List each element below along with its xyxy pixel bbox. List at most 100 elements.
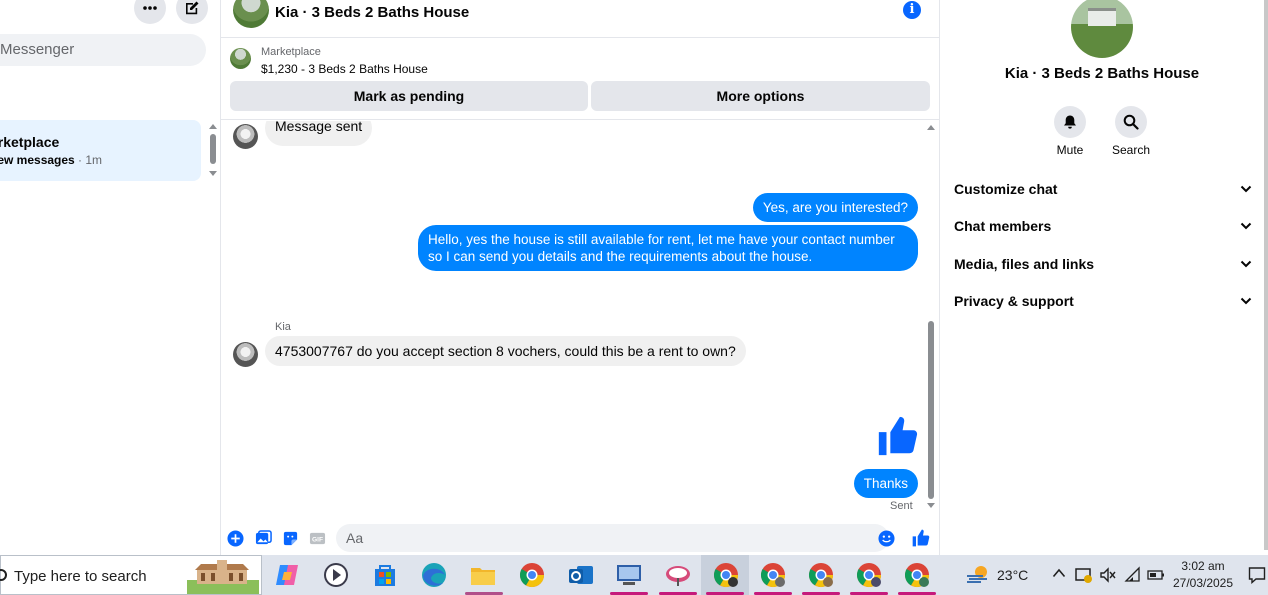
messenger-search-input[interactable]	[0, 34, 180, 66]
taskbar-search-text: Type here to search	[14, 568, 147, 585]
gallery-icon[interactable]	[255, 530, 272, 547]
wifi-icon[interactable]	[1124, 566, 1142, 584]
sticker-icon[interactable]	[282, 530, 299, 547]
section-media-files-links[interactable]: Media, files and links	[954, 249, 1252, 279]
search-icon	[0, 569, 7, 581]
scroll-down-arrow-icon[interactable]	[209, 171, 217, 176]
copilot-icon[interactable]	[272, 560, 302, 590]
chevron-down-icon	[1240, 297, 1252, 305]
like-button-icon[interactable]	[911, 528, 931, 548]
sender-name: Kia	[275, 321, 291, 333]
clock-date: 27/03/2025	[1172, 576, 1234, 590]
profile-avatar[interactable]	[1071, 0, 1133, 58]
weather-icon[interactable]	[965, 564, 991, 586]
mute-button[interactable]	[1054, 106, 1086, 138]
listing-thumbnail[interactable]	[230, 48, 251, 69]
edge-icon[interactable]	[419, 560, 449, 590]
scroll-up-arrow-icon[interactable]	[927, 125, 935, 130]
chrome-icon[interactable]	[517, 560, 547, 590]
marketplace-listing-bar: Marketplace $1,230 - 3 Beds 2 Baths Hous…	[221, 39, 940, 120]
message-bubble-incoming[interactable]: Message sent	[265, 121, 373, 146]
search-action[interactable]: Search	[1101, 106, 1161, 157]
chrome-profile-icon[interactable]	[854, 560, 884, 590]
new-message-button[interactable]	[176, 0, 208, 24]
compose-icon	[186, 1, 199, 15]
conversation-preview: new messages · 1m	[0, 153, 103, 167]
mute-label: Mute	[1056, 143, 1084, 157]
store-icon[interactable]	[370, 560, 400, 590]
section-title: Customize chat	[954, 181, 1058, 197]
avatar[interactable]	[233, 342, 258, 367]
taskbar-search[interactable]: Type here to search	[0, 555, 262, 595]
conversation-name: arketplace	[0, 134, 60, 150]
ellipsis-icon	[143, 6, 157, 10]
svg-text:GIF: GIF	[312, 537, 323, 544]
chevron-up-icon[interactable]	[1052, 568, 1066, 578]
search-button[interactable]	[1115, 106, 1147, 138]
notification-icon[interactable]	[1248, 566, 1266, 584]
message-status: Sent	[890, 500, 913, 512]
chrome-profile-icon[interactable]	[806, 560, 836, 590]
chevron-down-icon	[1240, 260, 1252, 268]
section-title: Media, files and links	[954, 256, 1095, 272]
chat-scrollbar[interactable]	[925, 121, 937, 513]
battery-icon[interactable]	[1147, 568, 1165, 582]
listing-title[interactable]: $1,230 - 3 Beds 2 Baths House	[261, 62, 428, 76]
speaker-muted-icon[interactable]	[1099, 566, 1117, 584]
scrollbar-thumb[interactable]	[210, 134, 216, 164]
search-highlight-icon	[187, 560, 259, 594]
scrollbar-thumb[interactable]	[928, 321, 934, 499]
details-title: Kia · 3 Beds 2 Baths House	[1004, 65, 1200, 82]
media-player-icon[interactable]	[321, 560, 351, 590]
system-clock[interactable]: 3:02 am 27/03/2025	[1168, 558, 1238, 592]
emoji-icon[interactable]	[878, 530, 895, 547]
message-bubble-incoming[interactable]: 4753007767 do you accept section 8 voche…	[265, 336, 746, 366]
remote-desktop-icon[interactable]	[614, 560, 644, 590]
chrome-profile-icon[interactable]	[758, 560, 788, 590]
outlook-icon[interactable]	[566, 560, 596, 590]
section-customize-chat[interactable]: Customize chat	[954, 174, 1252, 204]
message-input[interactable]	[336, 524, 889, 552]
scroll-down-arrow-icon[interactable]	[927, 503, 935, 508]
info-icon[interactable]: i	[903, 1, 921, 19]
conversation-sidebar: arketplace new messages · 1m	[0, 0, 221, 555]
message-composer: GIF	[221, 521, 940, 555]
weather-temperature[interactable]: 23°C	[997, 567, 1028, 583]
chat-title[interactable]: Kia · 3 Beds 2 Baths House	[275, 4, 469, 21]
avatar[interactable]	[233, 124, 258, 149]
sidebar-scrollbar[interactable]	[207, 120, 219, 180]
mute-action[interactable]: Mute	[1040, 106, 1100, 157]
plus-circle-icon[interactable]	[227, 530, 244, 547]
message-bubble-outgoing[interactable]: Yes, are you interested?	[752, 193, 918, 222]
conversation-item-marketplace[interactable]: arketplace new messages · 1m	[0, 120, 201, 181]
house-image	[1088, 8, 1116, 26]
file-explorer-icon[interactable]	[468, 560, 498, 590]
marketplace-label: Marketplace	[261, 46, 321, 58]
more-options-button[interactable]: More options	[591, 81, 930, 111]
like-sticker-icon[interactable]	[875, 413, 921, 459]
message-bubble-outgoing[interactable]: Thanks	[853, 469, 918, 498]
mark-as-pending-button[interactable]: Mark as pending	[230, 81, 588, 111]
chat-avatar[interactable]	[233, 0, 269, 28]
chevron-down-icon	[1240, 222, 1252, 230]
security-icon[interactable]	[1075, 566, 1093, 584]
more-options-button[interactable]	[134, 0, 166, 24]
chrome-profile-icon[interactable]	[902, 560, 932, 590]
chat-panel: Kia · 3 Beds 2 Baths House i Marketplace…	[221, 0, 940, 555]
search-icon	[1123, 114, 1139, 130]
gif-icon[interactable]: GIF	[309, 530, 326, 547]
chrome-profile-icon[interactable]	[711, 560, 741, 590]
page-scrollbar[interactable]	[1264, 0, 1268, 550]
section-privacy-support[interactable]: Privacy & support	[954, 286, 1252, 316]
chevron-down-icon	[1240, 185, 1252, 193]
section-title: Privacy & support	[954, 293, 1074, 309]
scroll-up-arrow-icon[interactable]	[209, 124, 217, 129]
bell-icon	[1064, 115, 1076, 129]
chat-header: Kia · 3 Beds 2 Baths House i	[221, 0, 940, 38]
message-bubble-outgoing[interactable]: Hello, yes the house is still available …	[418, 225, 918, 271]
messenger-search[interactable]	[0, 34, 206, 66]
windows-taskbar: Type here to search 23°C 3:02 am 27/03/2…	[0, 555, 1268, 595]
section-chat-members[interactable]: Chat members	[954, 211, 1252, 241]
search-label: Search	[1111, 143, 1151, 157]
snipping-tool-icon[interactable]	[663, 560, 693, 590]
